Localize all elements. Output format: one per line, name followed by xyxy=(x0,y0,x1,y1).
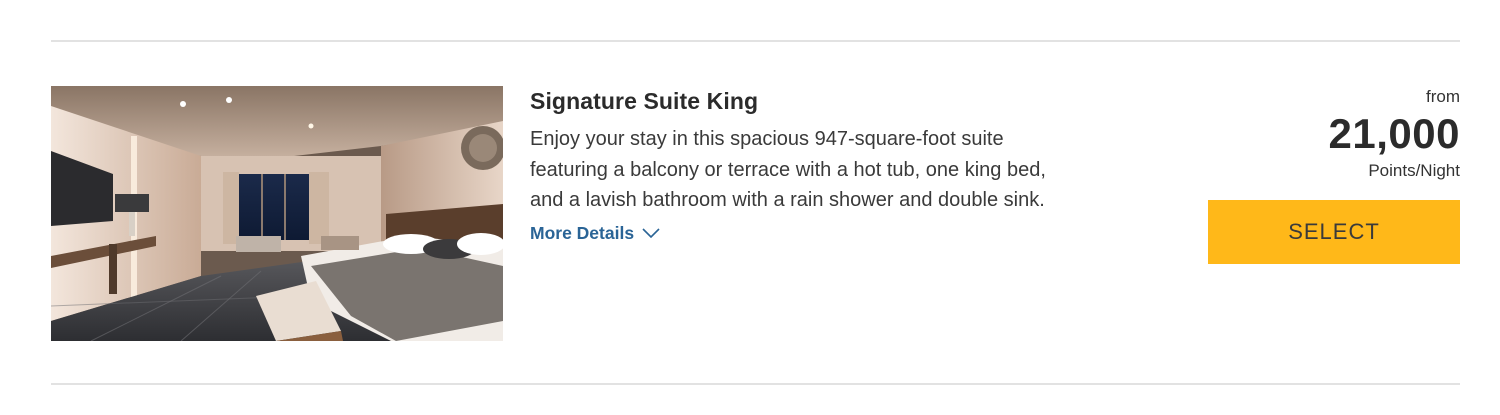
room-photo-illustration xyxy=(51,86,503,341)
room-description: Enjoy your stay in this spacious 947-squ… xyxy=(530,128,1046,211)
select-button[interactable]: SELECT xyxy=(1208,200,1460,264)
room-title: Signature Suite King xyxy=(530,88,759,114)
price-from-label: from xyxy=(1426,87,1460,106)
bottom-divider xyxy=(51,383,1460,385)
price-amount: 21,000 xyxy=(1328,110,1460,157)
room-card: Signature Suite King Enjoy your stay in … xyxy=(51,86,1460,341)
chevron-down-icon xyxy=(642,228,660,238)
room-info: Signature Suite King Enjoy your stay in … xyxy=(530,86,1050,244)
price-block: from 21,000 Points/Night xyxy=(1200,86,1460,182)
more-details-label: More Details xyxy=(530,222,635,243)
top-divider xyxy=(51,40,1460,42)
more-details-link[interactable]: More Details xyxy=(530,223,660,244)
room-photo[interactable] xyxy=(51,86,503,341)
price-unit-label: Points/Night xyxy=(1368,161,1460,180)
